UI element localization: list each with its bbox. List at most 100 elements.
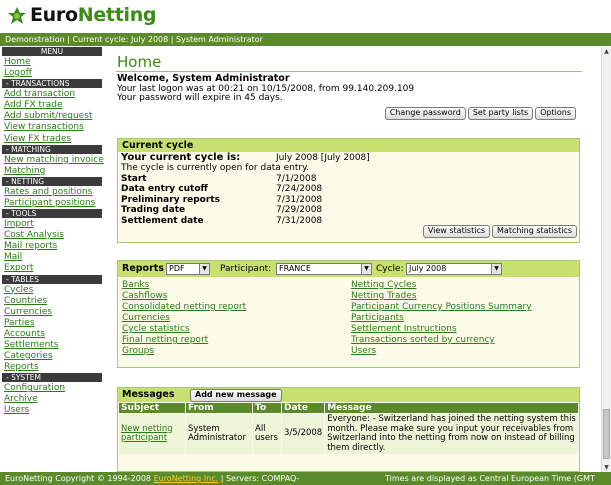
table-row: New netting participant System Administr… xyxy=(119,414,578,454)
column-header: To xyxy=(253,403,281,413)
preliminary-label: Preliminary reports xyxy=(121,194,220,205)
settlement-date-value: 7/31/2008 xyxy=(276,215,323,226)
sidebar-item-users[interactable]: Users xyxy=(0,405,104,416)
sidebar-item-view-fx-trades[interactable]: View FX trades xyxy=(0,134,104,145)
last-logon-text: Your last logon was at 00:21 on 10/15/20… xyxy=(117,83,415,94)
reports-left-list: Banks Cashflows Consolidated netting repor… xyxy=(122,280,246,357)
sidebar-item-view-transactions[interactable]: View transactions xyxy=(0,122,104,133)
password-expiry-text: Your password will expire in 45 days. xyxy=(117,93,283,103)
options-button[interactable]: Options xyxy=(535,107,576,120)
current-cycle-title: Current cycle xyxy=(118,139,579,152)
sidebar-section-tables: - TABLES xyxy=(2,274,102,284)
cycle-table: Your current cycle is: July 2008 [July 20… xyxy=(121,152,370,226)
message-to: All users xyxy=(253,414,281,454)
sidebar-item-cost-analysis[interactable]: Cost Analysis xyxy=(0,230,104,241)
report-link-banks[interactable]: Banks xyxy=(122,280,246,291)
scrollbar-thumb[interactable] xyxy=(603,409,610,459)
company-link[interactable]: EuroNetting Inc. xyxy=(154,474,219,483)
sidebar-item-add-fx-trade[interactable]: Add FX trade xyxy=(0,100,104,111)
title-divider xyxy=(116,71,582,72)
sidebar-item-matching[interactable]: Matching xyxy=(0,166,104,177)
chevron-down-icon: ▼ xyxy=(361,264,371,274)
sidebar-item-export[interactable]: Export xyxy=(0,263,104,274)
report-link-final-netting-report[interactable]: Final netting report xyxy=(122,335,246,346)
brand-logo[interactable]: EuroNetting xyxy=(30,4,157,26)
sidebar-item-cycles[interactable]: Cycles xyxy=(0,285,104,296)
sidebar-item-archive[interactable]: Archive xyxy=(0,394,104,405)
sidebar-section-netting: - NETTING xyxy=(2,176,102,186)
messages-table: Subject From To Date Message New netting… xyxy=(118,402,579,455)
report-link-settlement-instructions[interactable]: Settlement Instructions xyxy=(351,324,532,335)
view-statistics-button[interactable]: View statistics xyxy=(422,225,491,238)
scroll-up-icon[interactable]: ▲ xyxy=(602,47,611,56)
sidebar-item-categories[interactable]: Categories xyxy=(0,351,104,362)
sidebar-item-rates-and-positions[interactable]: Rates and positions xyxy=(0,187,104,198)
sidebar-section-tools: - TOOLS xyxy=(2,209,102,219)
sidebar-item-reports[interactable]: Reports xyxy=(0,362,104,373)
cycle-buttons: View statistics Matching statistics xyxy=(421,225,577,238)
add-message-button[interactable]: Add new message xyxy=(190,389,282,402)
sidebar-item-mail-reports[interactable]: Mail reports xyxy=(0,241,104,252)
vertical-scrollbar[interactable]: ▲ ▼ xyxy=(601,47,611,472)
app-header: EuroNetting xyxy=(0,0,611,32)
start-value: 7/1/2008 xyxy=(276,173,317,184)
messages-panel: Messages Add new message Subject From To… xyxy=(117,387,580,472)
report-link-transactions-sorted-by-currency[interactable]: Transactions sorted by currency xyxy=(351,335,532,346)
column-header: From xyxy=(186,403,252,413)
report-link-cashflows[interactable]: Cashflows xyxy=(122,291,246,302)
start-label: Start xyxy=(121,173,147,184)
logo-icon xyxy=(8,7,26,24)
sidebar-item-new-matching-invoice[interactable]: New matching invoice xyxy=(0,155,104,166)
messages-bar: Messages Add new message xyxy=(118,388,579,402)
sidebar-item-participant-positions[interactable]: Participant positions xyxy=(0,198,104,209)
account-buttons: Change password Set party lists Options xyxy=(383,107,576,120)
report-link-netting-cycles[interactable]: Netting Cycles xyxy=(351,280,532,291)
sidebar-item-parties[interactable]: Parties xyxy=(0,318,104,329)
cycle-status-text: The cycle is currently open for data ent… xyxy=(121,163,309,174)
report-link-netting-trades[interactable]: Netting Trades xyxy=(351,291,532,302)
messages-header-row: Subject From To Date Message xyxy=(119,403,578,413)
sidebar-item-countries[interactable]: Countries xyxy=(0,296,104,307)
sidebar-item-accounts[interactable]: Accounts xyxy=(0,329,104,340)
reports-title: Reports xyxy=(122,263,164,274)
sidebar-item-mail[interactable]: Mail xyxy=(0,252,104,263)
scroll-down-icon[interactable]: ▼ xyxy=(602,463,611,472)
change-password-button[interactable]: Change password xyxy=(384,107,466,120)
format-select[interactable]: PDF ▼ xyxy=(166,263,210,275)
trading-date-label: Trading date xyxy=(121,205,186,216)
set-party-lists-button[interactable]: Set party lists xyxy=(467,107,534,120)
sidebar-section-menu: MENU xyxy=(2,47,102,56)
sidebar-item-add-transaction[interactable]: Add transaction xyxy=(0,89,104,100)
report-link-participant-currency-positions-summary[interactable]: Participant Currency Positions Summary xyxy=(351,302,532,313)
reports-panel: Reports PDF ▼ Participant: FRANCE ▼ Cycle:… xyxy=(117,260,580,368)
report-link-groups[interactable]: Groups xyxy=(122,346,246,357)
settlement-date-label: Settlement date xyxy=(121,215,204,226)
report-link-consolidated-netting-report[interactable]: Consolidated netting report xyxy=(122,302,246,313)
sidebar-item-settlements[interactable]: Settlements xyxy=(0,340,104,351)
cycle-select[interactable]: July 2008 ▼ xyxy=(406,263,502,275)
report-link-participants[interactable]: Participants xyxy=(351,313,532,324)
sidebar-item-add-submit-request[interactable]: Add submit/request xyxy=(0,111,104,122)
copyright-text: EuroNetting Copyright © 1994-2008 xyxy=(5,474,154,483)
status-bar: Demonstration | Current cycle: July 2008… xyxy=(0,33,611,46)
sidebar-item-import[interactable]: Import xyxy=(0,219,104,230)
participant-select[interactable]: FRANCE ▼ xyxy=(276,263,372,275)
current-cycle-panel: Current cycle Your current cycle is: July… xyxy=(117,138,580,243)
message-subject-link[interactable]: New netting participant xyxy=(121,424,173,444)
cutoff-label: Data entry cutoff xyxy=(121,184,208,195)
matching-statistics-button[interactable]: Matching statistics xyxy=(492,225,577,238)
welcome-heading: Welcome, System Administrator xyxy=(117,73,290,84)
sidebar-section-transactions: - TRANSACTIONS xyxy=(2,79,102,89)
sidebar-item-logoff[interactable]: Logoff xyxy=(0,68,104,79)
sidebar-item-home[interactable]: Home xyxy=(0,57,104,68)
reports-bar: Reports PDF ▼ Participant: FRANCE ▼ Cycle:… xyxy=(118,261,579,277)
preliminary-value: 7/31/2008 xyxy=(276,194,323,205)
sidebar-item-currencies[interactable]: Currencies xyxy=(0,307,104,318)
report-link-cycle-statistics[interactable]: Cycle statistics xyxy=(122,324,246,335)
column-header: Message xyxy=(325,403,578,413)
message-body: Everyone: - Switzerland has joined the n… xyxy=(325,414,578,454)
report-link-users[interactable]: Users xyxy=(351,346,532,357)
report-link-currencies[interactable]: Currencies xyxy=(122,313,246,324)
sidebar-item-configuration[interactable]: Configuration xyxy=(0,383,104,394)
welcome-block: Welcome, System Administrator Your last … xyxy=(117,74,414,104)
